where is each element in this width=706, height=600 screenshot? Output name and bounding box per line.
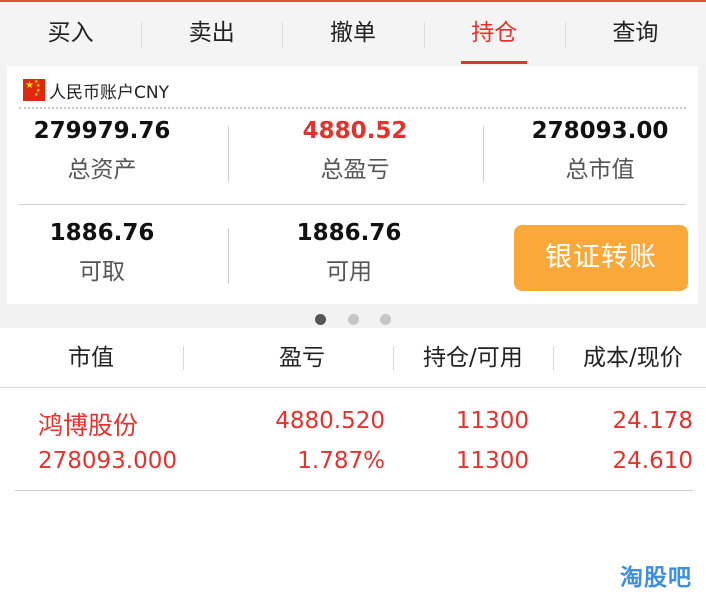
account-header: ★ ★ ★ ★ ★ 人民币账户CNY <box>23 78 169 103</box>
header-cost-price[interactable]: 成本/现价 <box>583 329 683 387</box>
stock-market-value: 278093.000 <box>38 448 178 474</box>
stat-divider <box>483 126 484 182</box>
page-indicator[interactable] <box>0 310 706 325</box>
dotted-divider <box>19 107 686 109</box>
available-value: 1886.76 <box>296 220 402 246</box>
account-title: 人民币账户CNY <box>49 82 169 103</box>
stock-name: 鸿博股份 <box>38 411 139 440</box>
withdrawable-value: 1886.76 <box>49 220 155 246</box>
total-assets-value: 279979.76 <box>33 118 171 144</box>
header-position[interactable]: 持仓/可用 <box>423 329 523 387</box>
available-label: 可用 <box>326 259 372 285</box>
total-assets: 279979.76 总资产 <box>22 118 182 184</box>
account-card[interactable]: ★ ★ ★ ★ ★ 人民币账户CNY 279979.76 总资产 4880.52 总盈亏… <box>7 66 698 310</box>
page-dot[interactable] <box>379 314 391 325</box>
watermark-logo: 淘股吧 <box>620 565 692 591</box>
header-market-value[interactable]: 市值 <box>68 329 114 387</box>
holding-row[interactable]: 鸿博股份 278093.000 4880.520 1.787% 11300 11… <box>15 388 693 491</box>
tab-buy[interactable]: 买入 <box>0 2 141 64</box>
market-value: 278093.00 总市值 <box>520 118 680 184</box>
total-pnl-value: 4880.52 <box>302 118 408 144</box>
card-scalloped-edge <box>7 302 698 310</box>
card-divider <box>19 204 686 205</box>
stock-position: 11300 <box>455 408 529 434</box>
available: 1886.76 可用 <box>269 220 429 286</box>
page-dot[interactable] <box>347 314 359 325</box>
withdrawable: 1886.76 可取 <box>22 220 182 286</box>
stock-pnl: 4880.520 <box>275 408 385 434</box>
stock-available: 11300 <box>455 448 529 474</box>
header-divider <box>183 346 184 370</box>
stat-divider <box>228 126 229 182</box>
china-flag-icon: ★ ★ ★ ★ ★ <box>23 79 45 101</box>
tab-sell[interactable]: 卖出 <box>141 2 282 64</box>
header-divider <box>393 346 394 370</box>
stat-divider <box>228 228 229 284</box>
page-dot-active[interactable] <box>315 314 327 325</box>
tab-positions[interactable]: 持仓 <box>423 2 565 64</box>
header-divider <box>553 346 554 370</box>
bank-transfer-button[interactable]: 银证转账 <box>514 225 688 291</box>
market-value-value: 278093.00 <box>531 118 669 144</box>
total-pnl: 4880.52 总盈亏 <box>275 118 435 184</box>
tab-query[interactable]: 查询 <box>564 2 706 64</box>
stock-price: 24.610 <box>612 448 693 474</box>
withdrawable-label: 可取 <box>79 259 125 285</box>
header-pnl[interactable]: 盈亏 <box>279 329 325 387</box>
stock-pnl-pct: 1.787% <box>297 448 385 474</box>
top-tab-bar: 买入 卖出 撤单 持仓 查询 <box>0 0 706 64</box>
account-card-area: ★ ★ ★ ★ ★ 人民币账户CNY 279979.76 总资产 4880.52 总盈亏… <box>0 64 706 328</box>
market-value-label: 总市值 <box>565 157 635 183</box>
total-pnl-label: 总盈亏 <box>320 157 390 183</box>
stock-cost: 24.178 <box>612 408 693 434</box>
holdings-table-header: 市值 盈亏 持仓/可用 成本/现价 <box>0 329 706 388</box>
total-assets-label: 总资产 <box>67 157 137 183</box>
tab-cancel-order[interactable]: 撤单 <box>282 2 423 64</box>
